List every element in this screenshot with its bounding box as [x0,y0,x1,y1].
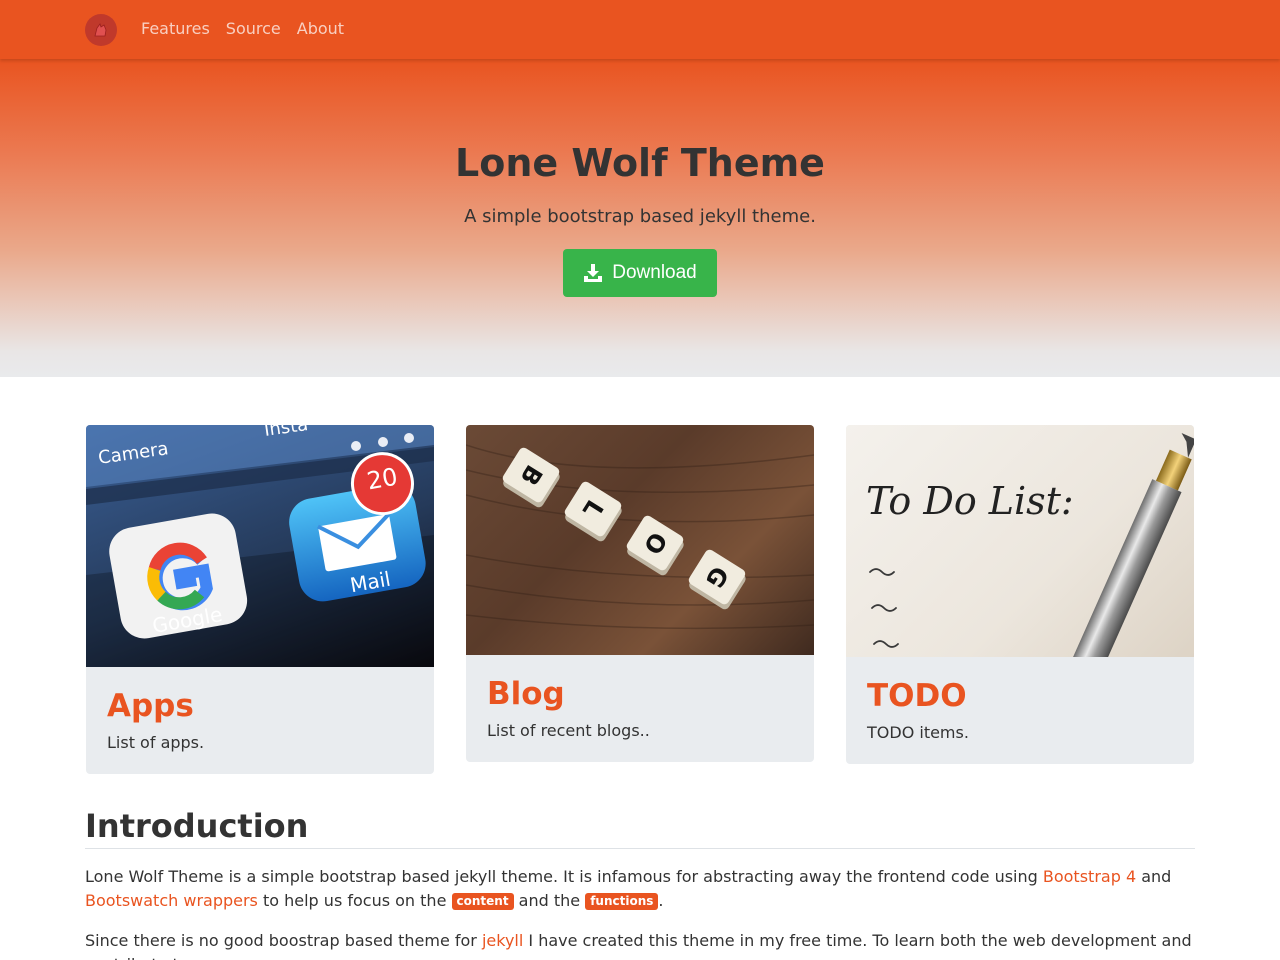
apps-image: Camera Insta Google Mail 20 [86,425,434,667]
content-badge: content [451,893,514,910]
functions-badge: functions [585,893,659,910]
intro-p1-text-3: to help us focus on the [257,891,452,910]
card-blog-body: Blog List of recent blogs.. [466,655,814,741]
bootstrap-link[interactable]: Bootstrap 4 [1043,867,1136,886]
card-todo-title[interactable]: TODO [867,677,1173,715]
card-apps-title[interactable]: Apps [107,687,413,725]
intro-p1-text-4: and the [513,891,586,910]
jekyll-link[interactable]: jekyll [482,931,523,950]
introduction-divider [85,848,1195,849]
nav-link-about[interactable]: About [297,18,344,40]
intro-paragraph-1: Lone Wolf Theme is a simple bootstrap ba… [85,865,1195,913]
intro-p1-text-5: . [658,891,664,910]
blog-tile-l-letter: L [577,495,609,523]
card-apps[interactable]: Camera Insta Google Mail 20 Apps List of… [86,425,434,774]
card-blog-title[interactable]: Blog [487,675,793,713]
card-blog[interactable]: B L O G Blog List of recent blogs.. [466,425,814,762]
card-apps-body: Apps List of apps. [86,667,434,753]
blog-image: B L O G [466,425,814,655]
brand-logo-wolf-icon[interactable] [85,14,117,46]
navbar: Features Source About [0,0,1280,59]
download-button-label: Download [612,262,697,283]
intro-paragraph-2: Since there is no good boostrap based th… [85,929,1195,960]
intro-p1-text-2: and [1136,867,1172,886]
nav-link-source[interactable]: Source [226,18,281,40]
hero-title: Lone Wolf Theme [455,141,825,185]
hero-banner: Lone Wolf Theme A simple bootstrap based… [0,59,1280,377]
card-todo[interactable]: To Do List: TODO TODO items. [846,425,1194,764]
todo-image: To Do List: [846,425,1194,657]
introduction-heading: Introduction [85,807,309,845]
nav-links: Features Source About [141,18,344,40]
notification-badge: 20 [364,462,400,496]
card-blog-text: List of recent blogs.. [487,721,650,740]
blog-tile-g-letter: G [699,561,735,593]
download-icon [583,263,603,283]
blog-tile-b-letter: B [514,459,548,491]
card-todo-body: TODO TODO items. [846,657,1194,743]
nav-link-features[interactable]: Features [141,18,210,40]
intro-p2-text-1: Since there is no good boostrap based th… [85,931,482,950]
hero-subtitle: A simple bootstrap based jekyll theme. [464,206,816,227]
blog-tile-o-letter: O [637,526,673,560]
todo-image-heading: To Do List: [866,479,1074,523]
bootswatch-link[interactable]: Bootswatch wrappers [85,891,258,910]
card-todo-text: TODO items. [867,723,969,742]
card-apps-text: List of apps. [107,733,205,752]
download-button[interactable]: Download [563,249,717,297]
intro-p1-text-1: Lone Wolf Theme is a simple bootstrap ba… [85,867,1043,886]
